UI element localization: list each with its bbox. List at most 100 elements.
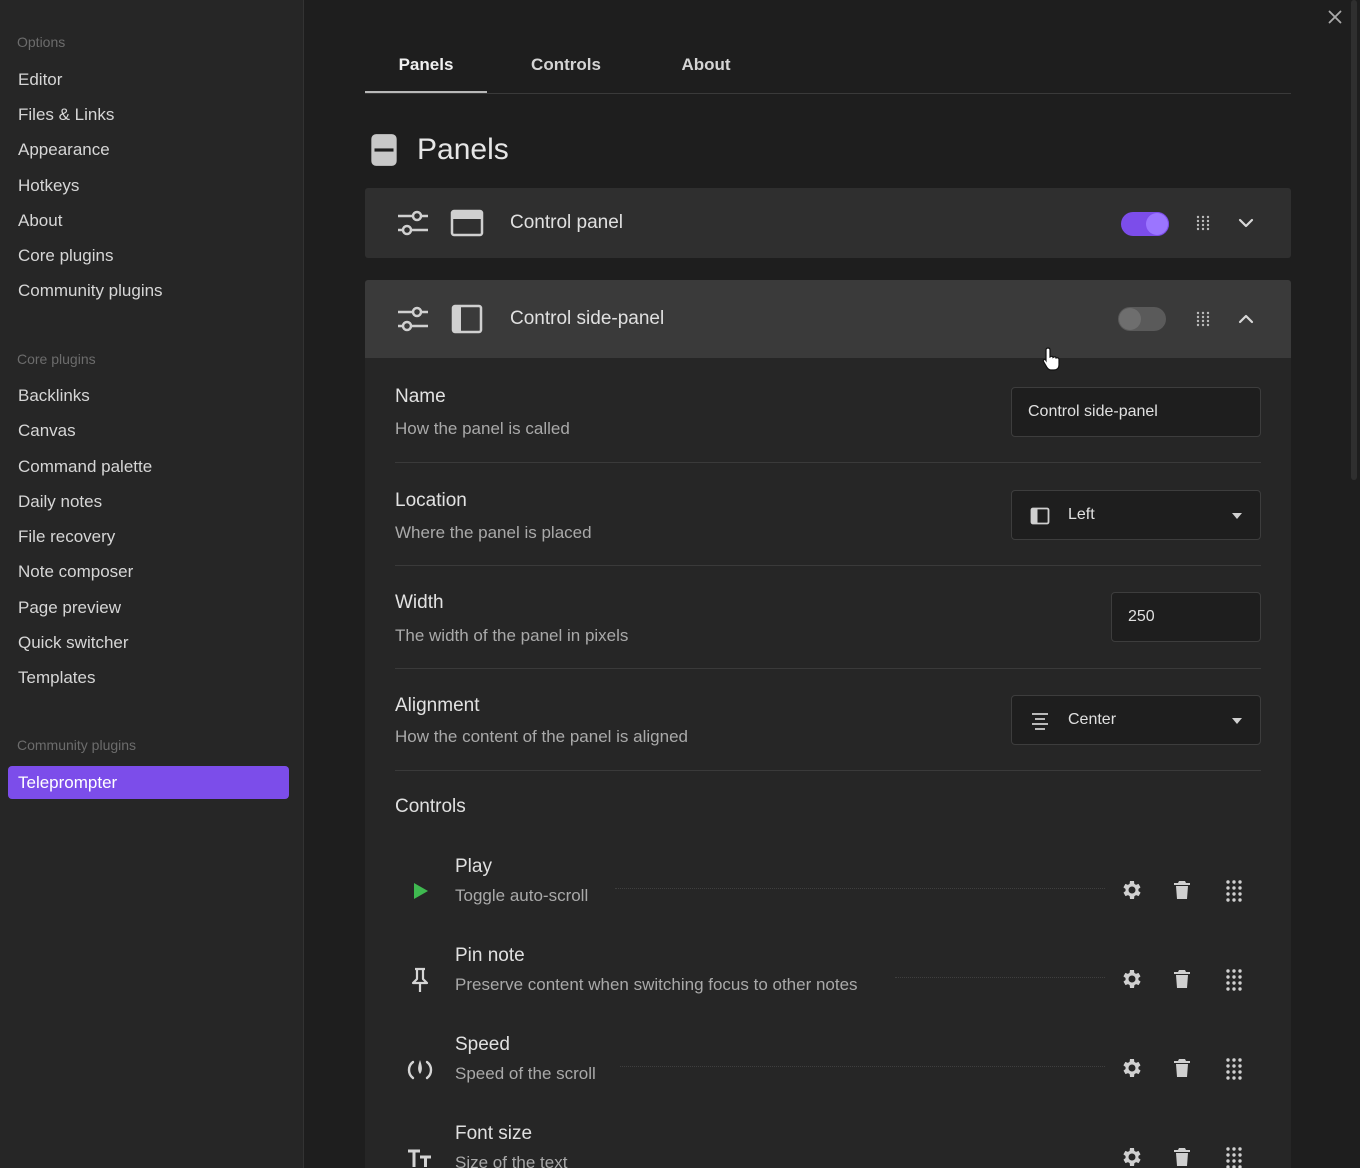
sidebar-item-appearance[interactable]: Appearance xyxy=(8,133,289,166)
sidebar-item-editor[interactable]: Editor xyxy=(8,63,289,96)
gauge-icon xyxy=(405,1054,435,1084)
chevron-up-icon[interactable] xyxy=(1236,309,1256,329)
sidebar-item-community-plugins[interactable]: Community plugins xyxy=(8,274,289,307)
setting-location: Location Where the panel is placed Left xyxy=(395,488,1261,566)
chevron-down-icon[interactable] xyxy=(1236,213,1256,233)
drag-handle-icon[interactable] xyxy=(1222,878,1246,902)
close-icon[interactable] xyxy=(1324,6,1346,28)
setting-label: Width xyxy=(395,592,444,613)
trash-icon[interactable] xyxy=(1170,967,1194,991)
setting-description: Where the panel is placed xyxy=(395,523,592,542)
control-name: Play xyxy=(455,856,492,877)
font-size-icon xyxy=(405,1143,435,1168)
sidebar-item-teleprompter[interactable]: Teleprompter xyxy=(8,766,289,799)
tab-panels[interactable]: Panels xyxy=(365,40,487,93)
controls-heading: Controls xyxy=(395,796,466,817)
sidebar-item-command-palette[interactable]: Command palette xyxy=(8,450,289,483)
section-title: Panels xyxy=(417,133,509,166)
mouse-cursor-icon xyxy=(1040,346,1062,372)
sidebar-item-note-composer[interactable]: Note composer xyxy=(8,555,289,588)
sidebar-item-hotkeys[interactable]: Hotkeys xyxy=(8,169,289,202)
panel-top-icon xyxy=(449,205,485,241)
sidebar-group-options-title: Options xyxy=(17,34,66,50)
dotted-separator xyxy=(895,977,1105,978)
gear-icon[interactable] xyxy=(1120,1145,1144,1168)
setting-description: How the content of the panel is aligned xyxy=(395,727,688,746)
panel-row-control-panel[interactable]: Control panel xyxy=(365,188,1291,258)
sidebar-item-canvas[interactable]: Canvas xyxy=(8,414,289,447)
section-header: Panels xyxy=(365,130,509,170)
control-item-speed[interactable]: Speed Speed of the scroll xyxy=(395,1034,1261,1104)
play-icon xyxy=(405,876,435,906)
control-name: Font size xyxy=(455,1123,533,1144)
sidebar-item-file-recovery[interactable]: File recovery xyxy=(8,520,289,553)
panel-layout-icon xyxy=(365,131,403,169)
panel-name-input[interactable]: Control side-panel xyxy=(1011,387,1261,437)
gear-icon[interactable] xyxy=(1120,967,1144,991)
control-description: Size of the text xyxy=(455,1153,568,1168)
gear-icon[interactable] xyxy=(1120,878,1144,902)
drag-handle-icon[interactable] xyxy=(1195,311,1211,327)
settings-content: Panels Controls About Panels Control pan… xyxy=(305,0,1360,1168)
setting-description: The width of the panel in pixels xyxy=(395,626,629,645)
settings-sidebar: Options Editor Files & Links Appearance … xyxy=(0,0,304,1168)
setting-label: Name xyxy=(395,386,446,407)
panel-enable-toggle[interactable] xyxy=(1121,212,1169,236)
trash-icon[interactable] xyxy=(1170,878,1194,902)
panel-settings-body: Name How the panel is called Control sid… xyxy=(365,358,1291,1168)
panel-row-control-side-panel[interactable]: Control side-panel xyxy=(365,280,1291,358)
control-item-pin-note[interactable]: Pin note Preserve content when switching… xyxy=(395,945,1261,1015)
sidebar-item-page-preview[interactable]: Page preview xyxy=(8,591,289,624)
setting-name: Name How the panel is called Control sid… xyxy=(395,386,1261,463)
control-description: Preserve content when switching focus to… xyxy=(455,975,858,994)
caret-down-icon xyxy=(1230,509,1244,523)
control-name: Pin note xyxy=(455,945,525,966)
location-dropdown[interactable]: Left xyxy=(1011,490,1261,540)
scrollbar[interactable] xyxy=(1351,0,1357,480)
control-description: Speed of the scroll xyxy=(455,1064,596,1083)
trash-icon[interactable] xyxy=(1170,1145,1194,1168)
align-center-icon xyxy=(1030,711,1050,731)
caret-down-icon xyxy=(1230,714,1244,728)
sidebar-group-community-title: Community plugins xyxy=(17,737,137,753)
pin-icon xyxy=(405,965,435,995)
panel-width-input[interactable]: 250 xyxy=(1111,592,1261,642)
setting-label: Alignment xyxy=(395,695,480,716)
tab-bar: Panels Controls About xyxy=(365,40,1291,94)
dropdown-value: Left xyxy=(1068,506,1095,523)
setting-width: Width The width of the panel in pixels 2… xyxy=(395,591,1261,669)
dotted-separator xyxy=(615,888,1105,889)
alignment-dropdown[interactable]: Center xyxy=(1011,695,1261,745)
sidebar-item-files-links[interactable]: Files & Links xyxy=(8,98,289,131)
trash-icon[interactable] xyxy=(1170,1056,1194,1080)
setting-alignment: Alignment How the content of the panel i… xyxy=(395,694,1261,771)
control-name: Speed xyxy=(455,1034,510,1055)
sidebar-item-quick-switcher[interactable]: Quick switcher xyxy=(8,626,289,659)
control-item-font-size[interactable]: Font size Size of the text xyxy=(395,1123,1261,1168)
drag-handle-icon[interactable] xyxy=(1222,1056,1246,1080)
dotted-separator xyxy=(620,1066,1105,1067)
panel-label: Control side-panel xyxy=(510,308,665,329)
sliders-icon xyxy=(395,301,431,337)
sidebar-item-templates[interactable]: Templates xyxy=(8,661,289,694)
sidebar-item-core-plugins[interactable]: Core plugins xyxy=(8,239,289,272)
dropdown-value: Center xyxy=(1068,711,1117,728)
setting-description: How the panel is called xyxy=(395,419,570,438)
sliders-icon xyxy=(395,205,431,241)
control-item-play[interactable]: Play Toggle auto-scroll xyxy=(395,856,1261,926)
drag-handle-icon[interactable] xyxy=(1222,1145,1246,1168)
sidebar-item-about[interactable]: About xyxy=(8,204,289,237)
panel-label: Control panel xyxy=(510,212,624,233)
panel-left-icon xyxy=(449,301,485,337)
panel-enable-toggle[interactable] xyxy=(1118,307,1166,331)
sidebar-item-backlinks[interactable]: Backlinks xyxy=(8,379,289,412)
sidebar-item-daily-notes[interactable]: Daily notes xyxy=(8,485,289,518)
tab-controls[interactable]: Controls xyxy=(505,40,627,93)
sidebar-group-core-title: Core plugins xyxy=(17,351,96,367)
drag-handle-icon[interactable] xyxy=(1195,215,1211,231)
panel-left-icon xyxy=(1030,506,1050,526)
gear-icon[interactable] xyxy=(1120,1056,1144,1080)
setting-label: Location xyxy=(395,490,467,511)
drag-handle-icon[interactable] xyxy=(1222,967,1246,991)
tab-about[interactable]: About xyxy=(645,40,767,93)
